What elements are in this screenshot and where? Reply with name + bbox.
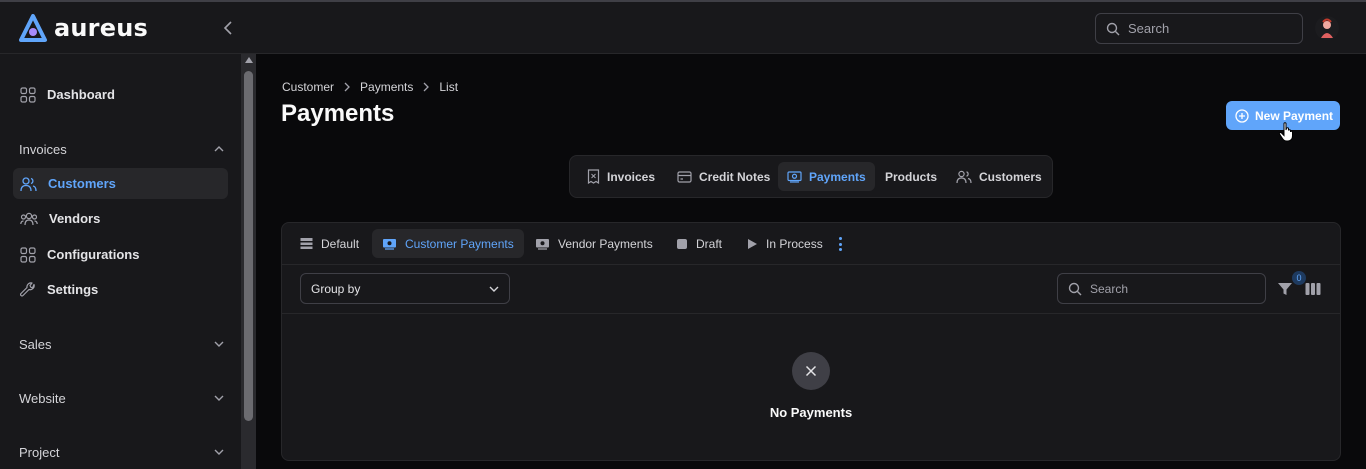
sidebar-item-label: Configurations (47, 247, 140, 262)
banknote-icon (787, 170, 802, 183)
users-icon (20, 176, 37, 191)
view-tab-default[interactable]: Default (290, 229, 369, 258)
sidebar-group-project[interactable]: Project (19, 441, 224, 463)
search-icon (1106, 22, 1120, 35)
new-payment-label: New Payment (1255, 108, 1334, 123)
banknote-icon (383, 238, 396, 250)
sidebar-item-label: Settings (47, 282, 99, 297)
collapse-sidebar-button[interactable] (218, 18, 238, 38)
aureus-logo-icon (19, 14, 47, 42)
view-tab-label: Draft (696, 236, 723, 251)
search-icon (1068, 282, 1082, 295)
close-icon (805, 365, 817, 377)
segment-label: Products (885, 169, 938, 184)
avatar-icon (1315, 16, 1339, 40)
empty-state-icon (792, 352, 830, 390)
columns-icon[interactable] (1305, 282, 1321, 296)
sidebar-group-label: Project (19, 444, 60, 460)
sidebar-scrollbar[interactable] (241, 54, 256, 469)
play-icon (748, 238, 757, 249)
view-tab-label: In Process (766, 236, 823, 251)
segment-credit-notes[interactable]: Credit Notes (668, 162, 779, 191)
list-icon (300, 238, 313, 249)
sidebar-item-settings[interactable]: Settings (13, 274, 228, 305)
sidebar-group-label: Sales (19, 336, 52, 352)
plus-circle-icon (1235, 108, 1249, 123)
segment-label: Credit Notes (699, 169, 771, 184)
sidebar-group-invoices[interactable]: Invoices (19, 138, 224, 160)
list-search[interactable] (1057, 273, 1266, 304)
global-search-input[interactable] (1128, 21, 1288, 36)
stop-square-icon (677, 238, 687, 249)
segment-label: Invoices (607, 169, 656, 184)
breadcrumb: Customer Payments List (282, 80, 458, 94)
chevron-right-icon (423, 82, 430, 92)
app-name: aureus (54, 14, 148, 42)
group-by-label: Group by (311, 281, 361, 296)
view-tab-label: Default (321, 236, 360, 251)
chevron-down-icon (214, 395, 224, 401)
breadcrumb-item[interactable]: Payments (360, 80, 413, 94)
app-logo[interactable]: aureus (18, 14, 148, 42)
global-search[interactable] (1095, 13, 1303, 44)
breadcrumb-item: List (439, 80, 459, 94)
scroll-up-arrow-icon[interactable] (245, 57, 253, 63)
sidebar-item-label: Vendors (49, 211, 101, 226)
credit-card-icon (677, 170, 692, 183)
chevron-down-icon (489, 286, 499, 292)
receipt-icon (587, 169, 600, 184)
banknote-icon (536, 238, 549, 250)
vendors-icon (20, 212, 38, 225)
breadcrumb-item[interactable]: Customer (282, 80, 334, 94)
view-tab-label: Customer Payments (405, 236, 514, 251)
wrench-icon (20, 281, 35, 296)
filter-icon[interactable] (1277, 281, 1293, 297)
module-segment-control: Invoices Credit Notes Payments Products … (569, 155, 1053, 198)
sidebar-item-vendors[interactable]: Vendors (13, 203, 228, 234)
sidebar-group-sales[interactable]: Sales (19, 333, 224, 355)
dashboard-icon (20, 86, 36, 103)
chevron-up-icon (214, 146, 224, 152)
segment-invoices[interactable]: Invoices (578, 162, 664, 191)
filter-count-badge: 0 (1292, 271, 1306, 285)
segment-products[interactable]: Products (876, 162, 946, 191)
sidebar-item-label: Dashboard (47, 87, 115, 102)
view-tab-draft[interactable]: Draft (666, 229, 732, 258)
page-title: Payments (281, 100, 395, 127)
view-tab-customer-payments[interactable]: Customer Payments (372, 229, 524, 258)
empty-state-message: No Payments (769, 405, 853, 420)
chevron-right-icon (344, 82, 350, 92)
view-tab-label: Vendor Payments (558, 236, 653, 251)
more-views-icon[interactable] (838, 237, 842, 251)
chevron-down-icon (214, 449, 224, 455)
sidebar-group-label: Website (19, 390, 66, 406)
segment-label: Payments (809, 169, 866, 184)
grid-icon (20, 246, 36, 263)
sidebar-item-label: Customers (48, 176, 116, 191)
chevron-left-icon (223, 21, 232, 35)
payments-panel: Default Customer Payments Vendor Payment… (281, 222, 1341, 461)
hand-cursor-icon (1278, 122, 1293, 142)
top-bar: aureus (0, 0, 1366, 54)
group-by-select[interactable]: Group by (300, 273, 510, 304)
sidebar-group-label: Invoices (19, 141, 67, 157)
view-tab-vendor-payments[interactable]: Vendor Payments (525, 229, 663, 258)
chevron-down-icon (214, 341, 224, 347)
user-avatar[interactable] (1315, 16, 1339, 40)
saved-views-bar: Default Customer Payments Vendor Payment… (282, 223, 1340, 265)
segment-label: Customers (979, 169, 1042, 184)
sidebar-item-configurations[interactable]: Configurations (13, 239, 228, 270)
list-search-input[interactable] (1090, 281, 1240, 296)
view-tab-in-process[interactable]: In Process (736, 229, 833, 258)
sidebar-item-customers[interactable]: Customers (13, 168, 228, 199)
users-icon (956, 170, 972, 183)
list-toolbar: Group by 0 (282, 265, 1340, 314)
scrollbar-thumb[interactable] (244, 71, 253, 421)
sidebar-item-dashboard[interactable]: Dashboard (13, 79, 228, 110)
sidebar: Dashboard Invoices Customers Vendors Con… (0, 54, 241, 469)
segment-customers[interactable]: Customers (947, 162, 1051, 191)
sidebar-group-website[interactable]: Website (19, 387, 224, 409)
segment-payments[interactable]: Payments (778, 162, 875, 191)
